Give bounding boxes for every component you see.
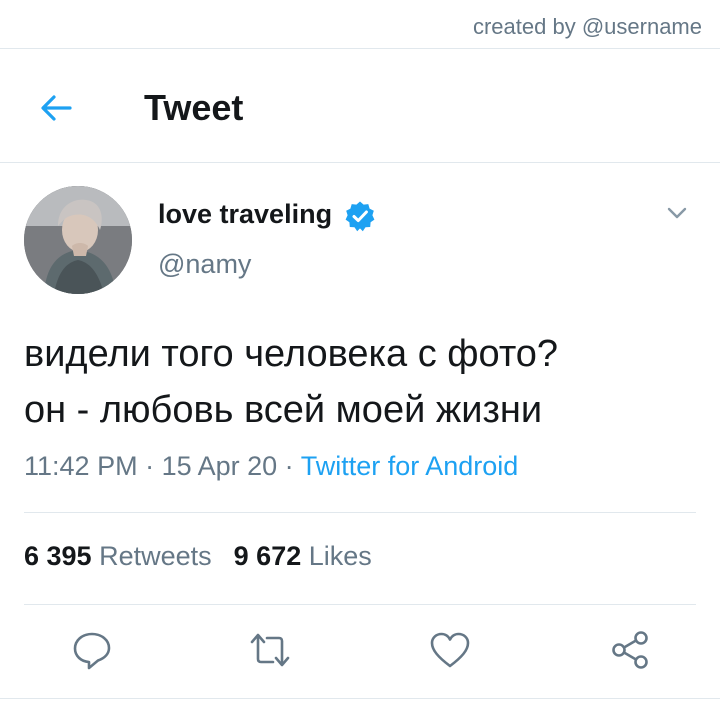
credit-text: created by @username (472, 14, 702, 39)
retweets-label: Retweets (99, 541, 212, 571)
author-display-name[interactable]: love traveling (158, 198, 332, 230)
reply-icon[interactable] (70, 628, 114, 672)
chevron-down-icon[interactable] (664, 200, 690, 226)
retweets-stat[interactable]: 6 395 Retweets (24, 541, 212, 571)
tweet-stats: 6 395 Retweets 9 672 Likes (24, 540, 372, 572)
likes-count: 9 672 (233, 541, 302, 571)
retweet-icon[interactable] (248, 628, 292, 672)
back-arrow-icon[interactable] (36, 88, 76, 128)
page-title: Tweet (144, 87, 244, 128)
share-icon[interactable] (608, 628, 652, 672)
meta-separator: · (137, 451, 162, 481)
like-icon[interactable] (428, 628, 472, 672)
retweets-count: 6 395 (24, 541, 92, 571)
tweet-text-line: видели того человека с фото? (24, 333, 559, 375)
likes-label: Likes (308, 541, 372, 571)
tweet-text-line: он - любовь всей моей жизни (24, 389, 543, 431)
tweet-date[interactable]: 15 Apr 20 (162, 451, 278, 481)
likes-stat[interactable]: 9 672 Likes (234, 541, 372, 571)
tweet-time: 11:42 PM (24, 451, 138, 481)
author-handle[interactable]: @namy (158, 248, 251, 280)
top-divider (0, 48, 720, 49)
meta-separator: · (277, 451, 301, 481)
avatar[interactable] (24, 186, 132, 294)
tweet-source-link[interactable]: Twitter for Android (301, 451, 519, 481)
header-divider (0, 162, 720, 163)
tweet-text: видели того человека с фото? он - любовь… (24, 326, 704, 438)
tweet-meta: 11:42 PM · 15 Apr 20 · Twitter for Andro… (24, 450, 518, 482)
tweet-screen: created by @username Tweet love travelin… (0, 0, 720, 710)
bottom-divider (0, 698, 720, 699)
meta-divider (24, 512, 696, 513)
stats-divider (24, 604, 696, 605)
verified-badge-icon (345, 201, 375, 232)
